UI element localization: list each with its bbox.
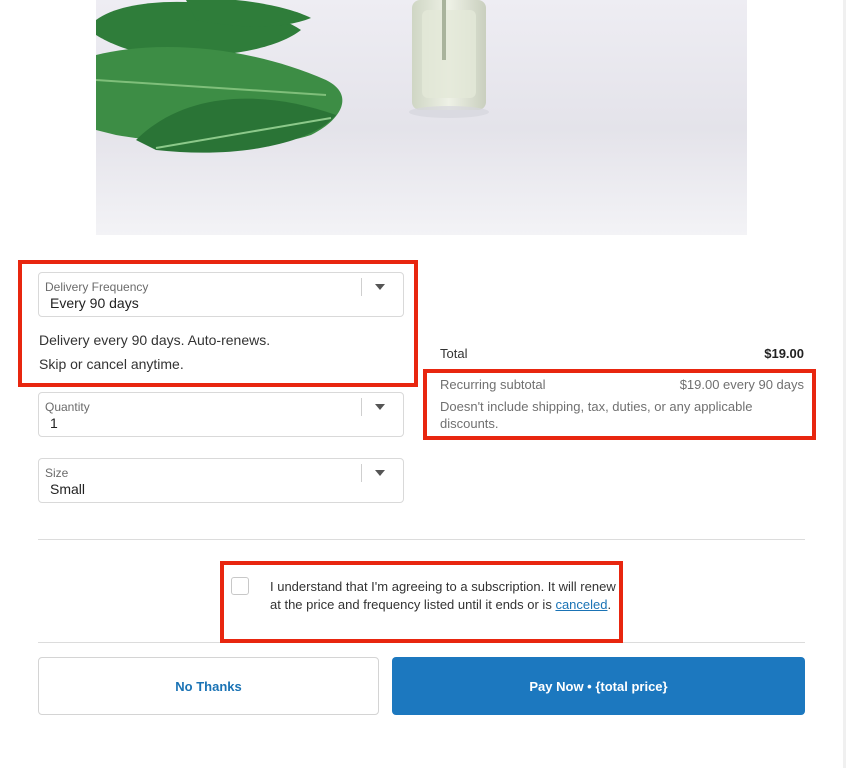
annotation-box-delivery [18,260,418,387]
size-label: Size [45,466,69,480]
product-image [96,0,747,235]
total-value: $19.00 [764,346,804,361]
select-divider [361,464,362,482]
annotation-box-consent [220,561,623,643]
size-value: Small [50,481,86,497]
no-thanks-button[interactable]: No Thanks [38,657,379,715]
divider [38,539,805,540]
select-divider [361,398,362,416]
pay-now-button[interactable]: Pay Now • {total price} [392,657,805,715]
dropdown-caret-icon[interactable] [375,470,385,476]
annotation-box-recurring [423,369,816,440]
size-select[interactable]: Size Small [38,458,404,503]
dropdown-caret-icon[interactable] [375,404,385,410]
quantity-select[interactable]: Quantity 1 [38,392,404,437]
quantity-value: 1 [50,415,58,431]
quantity-label: Quantity [45,400,90,414]
total-label: Total [440,346,468,361]
